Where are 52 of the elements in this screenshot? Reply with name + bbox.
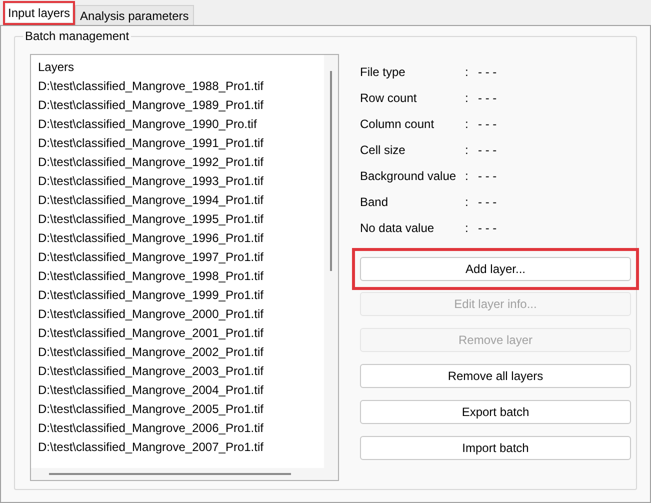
info-value: - - - <box>478 90 497 107</box>
list-item[interactable]: D:\test\classified_Mangrove_1990_Pro.tif <box>38 115 324 134</box>
info-label: Row count <box>360 90 418 107</box>
vertical-scrollbar[interactable] <box>324 55 338 468</box>
list-item[interactable]: D:\test\classified_Mangrove_1992_Pro1.tif <box>38 153 324 172</box>
tab[interactable]: Analysis parameters <box>75 5 194 25</box>
info-value: - - - <box>478 220 497 237</box>
layer-list[interactable] <box>30 54 339 481</box>
info-label: Cell size <box>360 142 406 159</box>
action-button[interactable]: Remove all layers <box>360 364 631 388</box>
list-item[interactable]: D:\test\classified_Mangrove_2006_Pro1.tif <box>38 419 324 438</box>
list-item[interactable]: D:\test\classified_Mangrove_1993_Pro1.tif <box>38 172 324 191</box>
list-item[interactable]: D:\test\classified_Mangrove_2004_Pro1.tif <box>38 381 324 400</box>
list-item[interactable]: D:\test\classified_Mangrove_2007_Pro1.tif <box>38 438 324 457</box>
info-value: - - - <box>478 116 497 133</box>
list-item[interactable]: D:\test\classified_Mangrove_1988_Pro1.tif <box>38 77 324 96</box>
list-item[interactable]: D:\test\classified_Mangrove_1999_Pro1.tif <box>38 286 324 305</box>
info-value: - - - <box>478 142 497 159</box>
list-item[interactable]: D:\test\classified_Mangrove_2002_Pro1.tif <box>38 343 324 362</box>
info-label: File type <box>360 64 406 81</box>
list-item[interactable]: D:\test\classified_Mangrove_2000_Pro1.tif <box>38 305 324 324</box>
list-item[interactable]: D:\test\classified_Mangrove_1996_Pro1.tif <box>38 229 324 248</box>
info-label: Band <box>360 194 390 211</box>
separator: : <box>465 90 470 107</box>
list-item[interactable]: D:\test\classified_Mangrove_2005_Pro1.tif <box>38 400 324 419</box>
separator: : <box>465 168 470 185</box>
list-item[interactable]: D:\test\classified_Mangrove_2003_Pro1.tif <box>38 362 324 381</box>
list-item[interactable]: D:\test\classified_Mangrove_1989_Pro1.tif <box>38 96 324 115</box>
info-value: - - - <box>478 168 497 185</box>
action-button[interactable]: Export batch <box>360 400 631 424</box>
info-value: - - - <box>478 64 497 81</box>
list-item[interactable]: D:\test\classified_Mangrove_1994_Pro1.tif <box>38 191 324 210</box>
list-item[interactable]: D:\test\classified_Mangrove_2001_Pro1.tif <box>38 324 324 343</box>
list-item[interactable]: D:\test\classified_Mangrove_1998_Pro1.tif <box>38 267 324 286</box>
separator: : <box>465 64 470 81</box>
group-title: Batch management <box>23 28 132 44</box>
separator: : <box>465 194 470 211</box>
action-button[interactable]: Add layer... <box>360 257 631 281</box>
separator: : <box>465 142 470 159</box>
list-header: Layers <box>38 59 76 76</box>
list-item[interactable]: D:\test\classified_Mangrove_1997_Pro1.tif <box>38 248 324 267</box>
horizontal-scrollbar[interactable] <box>31 468 338 480</box>
info-label: Column count <box>360 116 436 133</box>
list-item[interactable]: D:\test\classified_Mangrove_1995_Pro1.tif <box>38 210 324 229</box>
info-value: - - - <box>478 194 497 211</box>
separator: : <box>465 116 470 133</box>
action-button[interactable]: Import batch <box>360 436 631 460</box>
tab[interactable]: Input layers <box>6 4 72 22</box>
separator: : <box>465 220 470 237</box>
info-label: No data value <box>360 220 436 237</box>
info-label: Background value <box>360 168 458 185</box>
list-item[interactable]: D:\test\classified_Mangrove_1991_Pro1.tif <box>38 134 324 153</box>
